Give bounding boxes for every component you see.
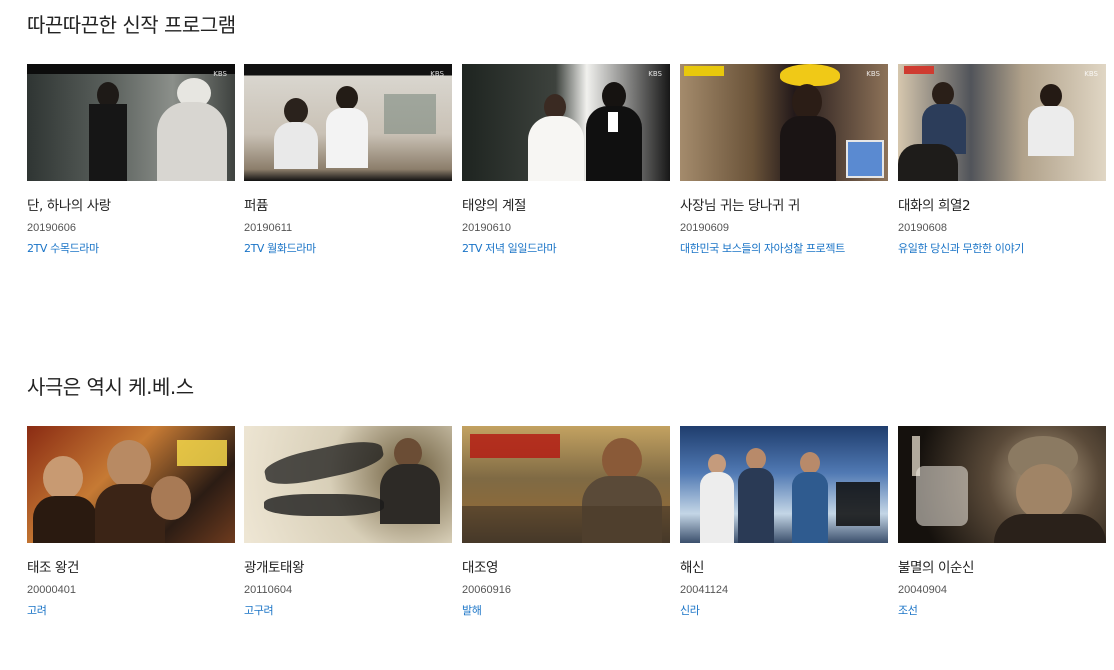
program-title[interactable]: 태양의 계절 (462, 194, 526, 214)
program-category-link[interactable]: 유일한 당신과 무한한 이야기 (898, 240, 1024, 256)
broadcaster-logo: KBS (213, 70, 227, 78)
broadcaster-logo: KBS (866, 70, 880, 78)
card-list: KBS 단, 하나의 사랑 20190606 2TV 수목드라마 KBS 퍼퓸 … (27, 64, 1107, 264)
program-date: 20190606 (27, 222, 76, 234)
program-card[interactable]: 태조 왕건 20000401 고려 (27, 426, 235, 617)
program-card[interactable]: 광개토태왕 20110604 고구려 (244, 426, 452, 617)
program-date: 20190608 (898, 222, 947, 234)
program-date: 20000401 (27, 584, 76, 596)
program-title[interactable]: 사장님 귀는 당나귀 귀 (680, 194, 800, 214)
program-thumbnail[interactable]: KBS (462, 64, 670, 181)
program-thumbnail[interactable]: KBS (244, 64, 452, 181)
program-thumbnail[interactable]: KBS (680, 64, 888, 181)
program-card[interactable]: KBS 퍼퓸 20190611 2TV 월화드라마 (244, 64, 452, 255)
program-date: 20041124 (680, 584, 729, 596)
program-thumbnail[interactable] (27, 426, 235, 543)
program-category-link[interactable]: 대한민국 보스들의 자아성찰 프로젝트 (680, 240, 845, 256)
program-thumbnail[interactable]: KBS (898, 64, 1106, 181)
card-list: 태조 왕건 20000401 고려 광개토태왕 20110604 고구려 대조영 (27, 426, 1107, 626)
program-date: 20190610 (462, 222, 511, 234)
program-title[interactable]: 대화의 희열2 (898, 194, 971, 214)
program-category-link[interactable]: 고려 (27, 602, 47, 618)
section-title: 사극은 역시 케.베.스 (27, 375, 194, 399)
program-card[interactable]: 대조영 20060916 발해 (462, 426, 670, 617)
program-category-link[interactable]: 신라 (680, 602, 700, 618)
program-date: 20190611 (244, 222, 293, 234)
program-card[interactable]: KBS 단, 하나의 사랑 20190606 2TV 수목드라마 (27, 64, 235, 255)
program-card[interactable]: KBS 대화의 희열2 20190608 유일한 당신과 무한한 이야기 (898, 64, 1106, 255)
broadcaster-logo: KBS (430, 70, 444, 78)
program-thumbnail[interactable]: KBS (27, 64, 235, 181)
program-category-link[interactable]: 발해 (462, 602, 482, 618)
program-date: 20040904 (898, 584, 947, 596)
program-date: 20110604 (244, 584, 293, 596)
broadcaster-logo: KBS (1084, 70, 1098, 78)
program-card[interactable]: KBS 태양의 계절 20190610 2TV 저녁 일일드라마 (462, 64, 670, 255)
program-title[interactable]: 광개토태왕 (244, 556, 305, 576)
program-category-link[interactable]: 2TV 수목드라마 (27, 240, 99, 256)
program-title[interactable]: 단, 하나의 사랑 (27, 194, 111, 214)
program-title[interactable]: 해신 (680, 556, 704, 576)
program-card[interactable]: 해신 20041124 신라 (680, 426, 888, 617)
program-thumbnail[interactable] (462, 426, 670, 543)
section-title: 따끈따끈한 신작 프로그램 (27, 13, 236, 37)
program-date: 20190609 (680, 222, 729, 234)
program-title[interactable]: 태조 왕건 (27, 556, 79, 576)
broadcaster-logo: KBS (648, 70, 662, 78)
program-card[interactable]: 불멸의 이순신 20040904 조선 (898, 426, 1106, 617)
program-category-link[interactable]: 조선 (898, 602, 918, 618)
program-thumbnail[interactable] (680, 426, 888, 543)
program-title[interactable]: 불멸의 이순신 (898, 556, 974, 576)
program-thumbnail[interactable] (244, 426, 452, 543)
program-thumbnail[interactable] (898, 426, 1106, 543)
program-category-link[interactable]: 2TV 월화드라마 (244, 240, 316, 256)
program-title[interactable]: 대조영 (462, 556, 498, 576)
program-category-link[interactable]: 2TV 저녁 일일드라마 (462, 240, 557, 256)
program-category-link[interactable]: 고구려 (244, 602, 274, 618)
program-date: 20060916 (462, 584, 511, 596)
program-title[interactable]: 퍼퓸 (244, 194, 268, 214)
program-card[interactable]: KBS 사장님 귀는 당나귀 귀 20190609 대한민국 보스들의 자아성찰… (680, 64, 888, 255)
